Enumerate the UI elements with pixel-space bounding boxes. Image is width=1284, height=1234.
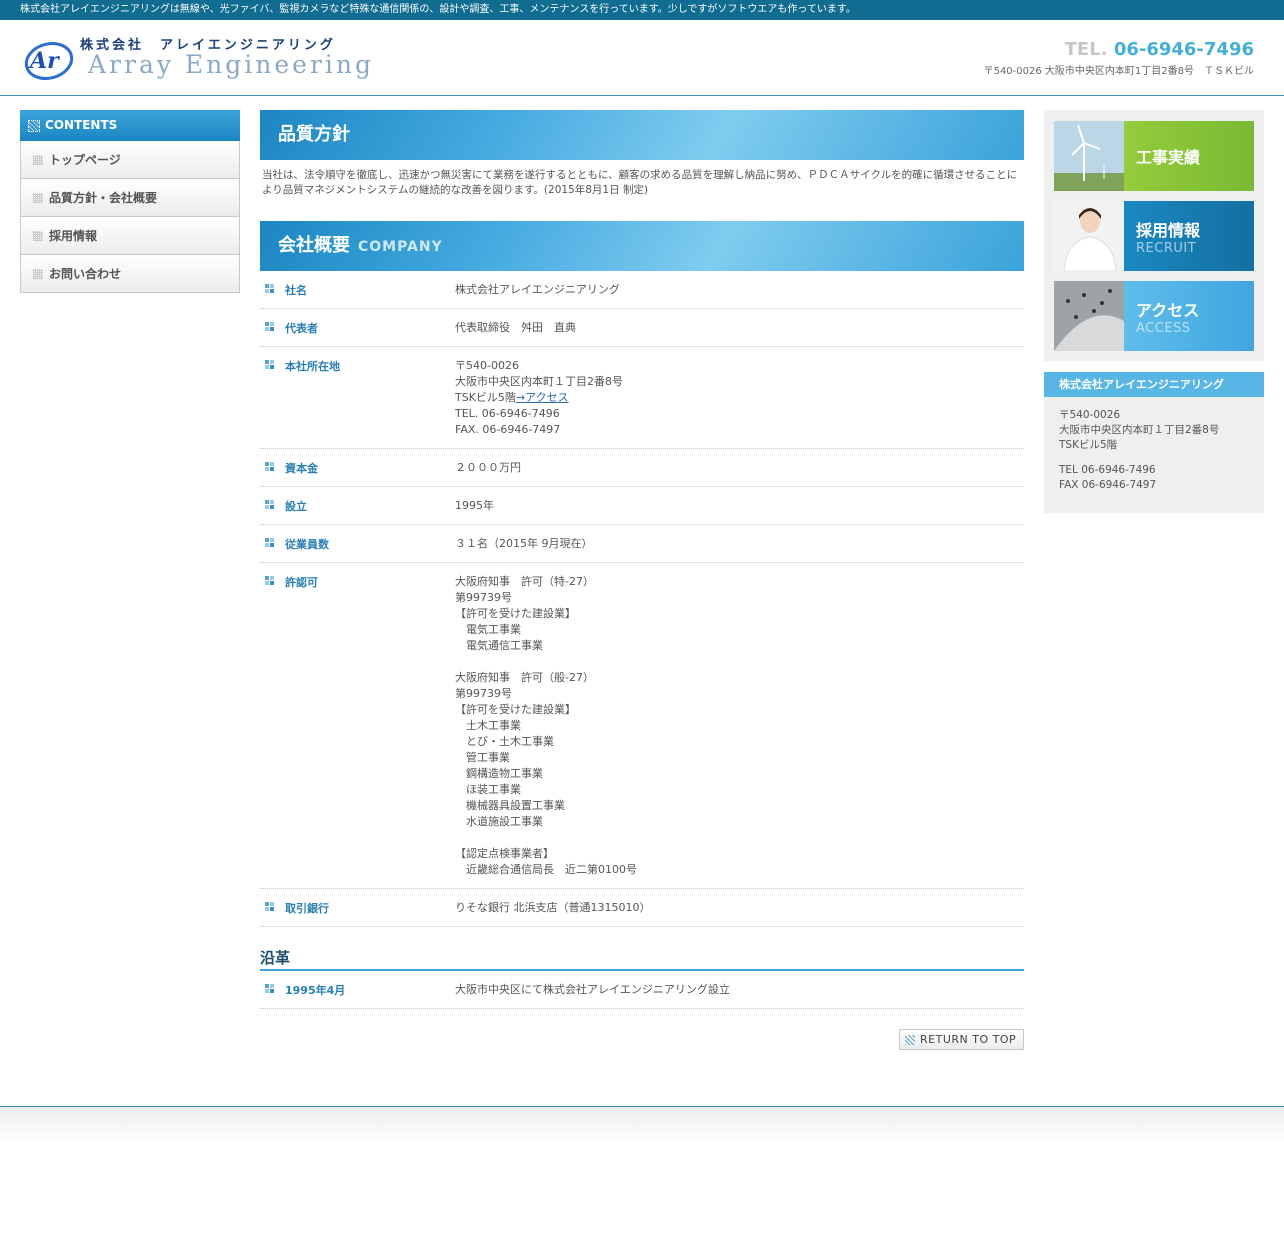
row-label: 本社所在地: [285, 360, 340, 373]
table-row: 設立 1995年: [260, 487, 1024, 525]
right-column: 工事実績 採用情報 RECRUIT アクセス ACCESS 株式会社アレイエンジニア…: [1044, 110, 1264, 513]
row-value: ３１名（2015年 9月現在）: [455, 537, 593, 550]
row-label: 従業員数: [285, 538, 329, 551]
crowd-photo: [1054, 281, 1124, 351]
row-label: 設立: [285, 500, 307, 513]
access-banner[interactable]: アクセス ACCESS: [1054, 281, 1254, 351]
row-value: 1995年: [455, 499, 494, 512]
sidebar-title: CONTENTS: [20, 110, 240, 141]
grid-bullet-icon: [265, 538, 275, 548]
wind-turbine-photo: [1054, 121, 1124, 191]
works-label: 工事実績: [1124, 121, 1254, 191]
sidebar: CONTENTS トップページ 品質方針・会社概要 採用情報 お問い合わせ: [20, 110, 240, 293]
company-title: 会社概要: [278, 235, 350, 256]
table-row: 資本金 ２０００万円: [260, 449, 1024, 487]
grid-bullet-icon: [265, 576, 275, 586]
history-heading: 沿革: [260, 949, 1024, 971]
row-label: 社名: [285, 284, 307, 297]
table-row: 取引銀行 りそな銀行 北浜支店（普通1315010）: [260, 889, 1024, 927]
logo-ar-icon[interactable]: Ar: [24, 37, 76, 81]
tagline-text: 株式会社アレイエンジニアリングは無線や、光ファイバ、監視カメラなど特殊な通信関係…: [20, 4, 856, 15]
sidebar-item-label: お問い合わせ: [49, 267, 122, 281]
grid-bullet-icon: [265, 284, 275, 294]
return-to-top-button[interactable]: RETURN TO TOP: [899, 1029, 1024, 1050]
table-row: 1995年4月 大阪市中央区にて株式会社アレイエンジニアリング設立: [260, 971, 1024, 1009]
works-label-jp: 工事実績: [1136, 148, 1201, 167]
row-value: 代表取締役 舛田 直典: [455, 321, 576, 334]
grid-bullet-icon: [265, 902, 275, 912]
logo-english-name[interactable]: Array Engineering: [88, 50, 374, 79]
access-link[interactable]: →アクセス: [516, 391, 569, 404]
recruit-banner[interactable]: 採用情報 RECRUIT: [1054, 201, 1254, 271]
row-label: 1995年4月: [285, 984, 346, 997]
banner-box: 工事実績 採用情報 RECRUIT アクセス ACCESS: [1044, 110, 1264, 361]
row-value: 大阪市中央区にて株式会社アレイエンジニアリング設立: [455, 983, 730, 996]
square-bullet-icon: [33, 192, 43, 203]
header-address: 〒540-0026 大阪市中央区内本町1丁目2番8号 ＴＳＫビル: [983, 66, 1254, 77]
top-tagline-bar: 株式会社アレイエンジニアリングは無線や、光ファイバ、監視カメラなど特殊な通信関係…: [0, 0, 1284, 20]
square-bullet-icon: [33, 154, 43, 165]
recruit-label-jp: 採用情報: [1136, 220, 1201, 240]
row-value: りそな銀行 北浜支店（普通1315010）: [455, 901, 651, 914]
recruit-label-en: RECRUIT: [1136, 240, 1197, 256]
works-banner[interactable]: 工事実績: [1054, 121, 1254, 191]
tel-fax-text: TEL. 06-6946-7496 FAX. 06-6946-7497: [455, 407, 561, 436]
contents-icon: [28, 119, 40, 132]
info-fax: FAX 06-6946-7497: [1059, 479, 1157, 491]
grid-bullet-icon: [265, 500, 275, 510]
header-phone: TEL. 06-6946-7496: [1065, 39, 1254, 60]
footer: [0, 1106, 1284, 1142]
info-tel: TEL 06-6946-7496: [1059, 464, 1156, 476]
access-label-en: ACCESS: [1136, 320, 1191, 336]
square-bullet-icon: [33, 268, 43, 279]
sidebar-item-label: 品質方針・会社概要: [49, 191, 158, 205]
row-value: ２０００万円: [455, 461, 521, 474]
company-subtitle: COMPANY: [358, 239, 443, 255]
grid-bullet-icon: [265, 360, 275, 370]
arrow-up-icon: [905, 1034, 915, 1045]
tel-number: 06-6946-7496: [1113, 39, 1254, 60]
grid-bullet-icon: [265, 322, 275, 332]
row-value: 株式会社アレイエンジニアリング: [455, 283, 620, 296]
table-row: 本社所在地 〒540-0026 大阪市中央区内本町１丁目2番8号 TSKビル5階→…: [260, 347, 1024, 449]
table-row: 社名 株式会社アレイエンジニアリング: [260, 271, 1024, 309]
svg-text:Ar: Ar: [28, 48, 60, 74]
tel-label: TEL.: [1064, 39, 1108, 60]
policy-banner: 品質方針: [260, 110, 1024, 160]
sidebar-title-text: CONTENTS: [45, 118, 118, 132]
grid-bullet-icon: [265, 462, 275, 472]
policy-text: 当社は、法令順守を徹底し、迅速かつ無災害にて業務を遂行するとともに、顧客の求める…: [262, 169, 1018, 196]
main-content: 品質方針 当社は、法令順守を徹底し、迅速かつ無災害にて業務を遂行するとともに、顧…: [260, 110, 1024, 1071]
row-label: 代表者: [285, 322, 318, 335]
table-row: 代表者 代表取締役 舛田 直典: [260, 309, 1024, 347]
return-to-top-label: RETURN TO TOP: [920, 1033, 1017, 1046]
woman-photo: [1054, 201, 1124, 271]
company-profile-table: 社名 株式会社アレイエンジニアリング 代表者 代表取締役 舛田 直典 本社所在地 〒5…: [260, 271, 1024, 927]
row-label: 資本金: [285, 462, 318, 475]
grid-bullet-icon: [265, 984, 275, 994]
sidebar-item-label: 採用情報: [49, 229, 98, 243]
return-top-area: RETURN TO TOP: [260, 1029, 1024, 1071]
sidebar-item-policy[interactable]: 品質方針・会社概要: [20, 179, 240, 217]
site-header: Ar 株式会社 アレイエンジニアリング Array Engineering TE…: [0, 20, 1284, 96]
row-label: 許認可: [285, 576, 318, 589]
company-banner: 会社概要 COMPANY: [260, 221, 1024, 271]
recruit-label: 採用情報 RECRUIT: [1124, 201, 1254, 271]
policy-title: 品質方針: [278, 124, 350, 145]
sidebar-item-label: トップページ: [49, 153, 121, 167]
sidebar-item-contact[interactable]: お問い合わせ: [20, 255, 240, 293]
row-value: 大阪府知事 許可（特-27） 第99739号 【許可を受けた建設業】 電気工事業…: [455, 575, 637, 876]
table-row: 許認可 大阪府知事 許可（特-27） 第99739号 【許可を受けた建設業】 電気…: [260, 563, 1024, 889]
row-label: 取引銀行: [285, 902, 329, 915]
row-value: 〒540-0026 大阪市中央区内本町１丁目2番8号 TSKビル5階→アクセス …: [455, 358, 1024, 438]
info-address: 〒540-0026 大阪市中央区内本町１丁目2番8号 TSKビル5階: [1059, 409, 1220, 451]
sidebar-item-recruit[interactable]: 採用情報: [20, 217, 240, 255]
company-info-title: 株式会社アレイエンジニアリング: [1044, 372, 1264, 397]
company-info-box: 〒540-0026 大阪市中央区内本町１丁目2番8号 TSKビル5階 TEL 0…: [1044, 397, 1264, 513]
square-bullet-icon: [33, 230, 43, 241]
table-row: 従業員数 ３１名（2015年 9月現在）: [260, 525, 1024, 563]
sidebar-item-top[interactable]: トップページ: [20, 141, 240, 179]
access-label-jp: アクセス: [1136, 300, 1200, 320]
access-label: アクセス ACCESS: [1124, 281, 1254, 351]
